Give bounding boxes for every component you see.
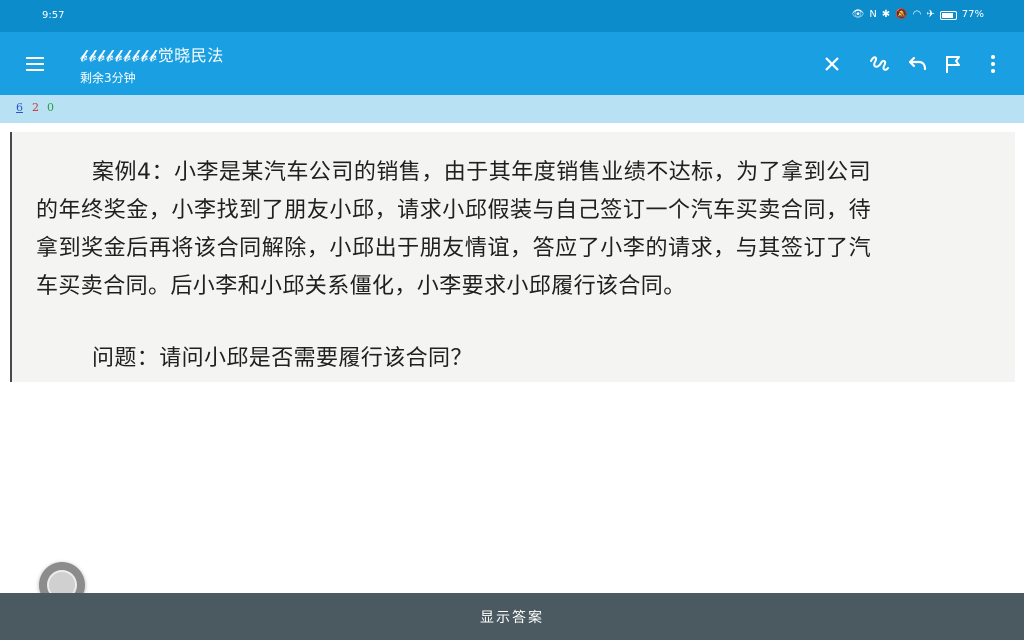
more-vert-icon[interactable]: [978, 49, 1008, 79]
status-icons: 👁 N ✱ 🔕 ◠ ✈ 77%: [852, 9, 984, 21]
question-prompt: 问题：请问小邱是否需要履行该合同？: [92, 346, 473, 371]
show-answer-button[interactable]: 显示答案: [0, 593, 1024, 640]
page-title: 𝓫𝓫𝓫𝓫𝓫𝓫𝓫𝓫𝓫觉晓民法: [80, 46, 224, 65]
undo-icon[interactable]: [901, 49, 931, 79]
wrong-count[interactable]: 2: [32, 101, 39, 114]
bluetooth-icon: ✱: [881, 9, 891, 20]
mute-icon: 🔕: [895, 9, 908, 20]
question-card: 案例4：小李是某汽车公司的销售，由于其年度销售业绩不达标，为了拿到公司的年终奖金…: [10, 132, 1015, 382]
app-bar: 𝓫𝓫𝓫𝓫𝓫𝓫𝓫𝓫𝓫觉晓民法 剩余3分钟: [0, 32, 1024, 95]
handwriting-icon[interactable]: [864, 49, 894, 79]
question-text: 案例4：小李是某汽车公司的销售，由于其年度销售业绩不达标，为了拿到公司的年终奖金…: [36, 160, 871, 299]
nfc-icon: N: [869, 9, 877, 20]
airplane-icon: ✈: [926, 9, 935, 20]
battery-icon: [939, 10, 957, 20]
correct-count[interactable]: 6: [16, 101, 23, 114]
eye-icon: 👁: [851, 9, 865, 20]
status-time: 9:57: [42, 10, 65, 21]
battery-text: 77%: [961, 9, 984, 20]
menu-icon[interactable]: [22, 52, 50, 76]
show-answer-label: 显示答案: [480, 610, 544, 626]
counter-strip: 6 2 0: [0, 95, 1024, 123]
wifi-icon: ◠: [912, 9, 922, 20]
time-remaining: 剩余3分钟: [80, 71, 136, 85]
close-icon[interactable]: [817, 49, 847, 79]
status-bar: 9:57 👁 N ✱ 🔕 ◠ ✈ 77%: [0, 0, 1024, 32]
flag-icon[interactable]: [938, 49, 968, 79]
other-count[interactable]: 0: [47, 101, 54, 114]
